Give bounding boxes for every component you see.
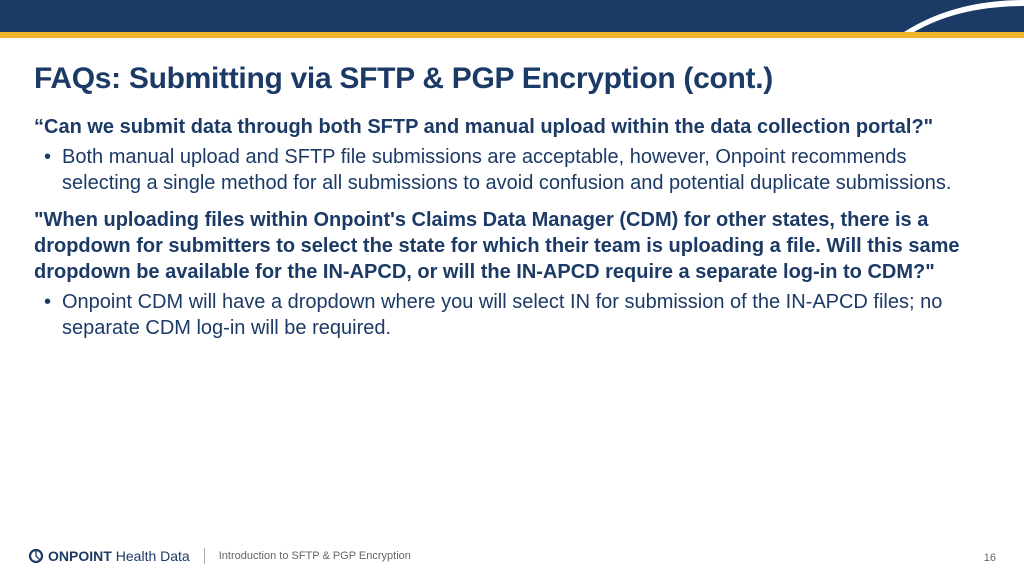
footer: ONPOINTHealth Data Introduction to SFTP … (0, 536, 1024, 576)
faq-answer-1: Both manual upload and SFTP file submiss… (34, 144, 990, 197)
slide-content: FAQs: Submitting via SFTP & PGP Encrypti… (0, 38, 1024, 342)
brand-name-bold: ONPOINT (48, 548, 112, 564)
brand-name-light: Health Data (116, 548, 190, 564)
faq-answer-2: Onpoint CDM will have a dropdown where y… (34, 289, 990, 342)
faq-question-1: “Can we submit data through both SFTP an… (34, 114, 990, 140)
logo-mark-icon (28, 548, 44, 564)
faq-answer-2-bullet: Onpoint CDM will have a dropdown where y… (34, 289, 990, 342)
brand-logo: ONPOINTHealth Data (28, 548, 190, 564)
footer-divider (204, 548, 205, 564)
slide-title: FAQs: Submitting via SFTP & PGP Encrypti… (34, 62, 990, 96)
footer-doc-title: Introduction to SFTP & PGP Encryption (219, 550, 411, 562)
faq-question-2: "When uploading files within Onpoint's C… (34, 207, 990, 285)
faq-answer-1-bullet: Both manual upload and SFTP file submiss… (34, 144, 990, 197)
page-number: 16 (984, 552, 996, 564)
swoosh-decoration (904, 0, 1024, 32)
header-bar (0, 0, 1024, 32)
